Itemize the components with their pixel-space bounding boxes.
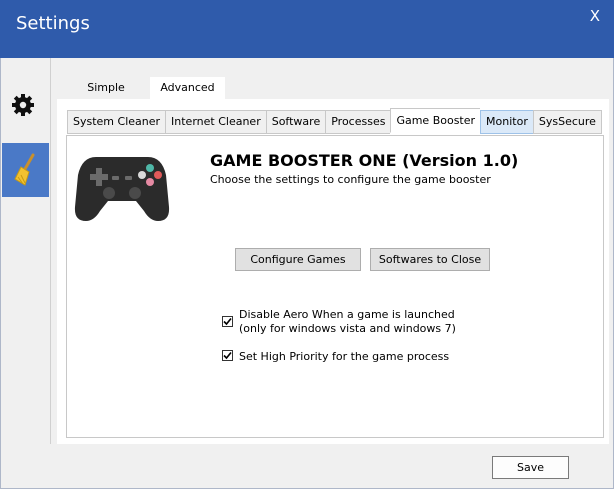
checkmark-icon <box>223 317 232 326</box>
tab-simple[interactable]: Simple <box>76 77 136 99</box>
title-bar: Settings X <box>0 0 614 58</box>
game-booster-description: Choose the settings to configure the gam… <box>210 173 491 186</box>
disable-aero-note: (only for windows vista and windows 7) <box>239 322 456 335</box>
disable-aero-label: Disable Aero When a game is launched <box>239 308 455 321</box>
gear-icon <box>12 94 34 116</box>
tab-system-cleaner[interactable]: System Cleaner <box>67 110 166 134</box>
tab-monitor[interactable]: Monitor <box>480 110 533 134</box>
tab-syssecure[interactable]: SysSecure <box>532 110 602 134</box>
high-priority-checkbox[interactable] <box>222 350 233 361</box>
tab-processes[interactable]: Processes <box>325 110 391 134</box>
high-priority-label: Set High Priority for the game process <box>239 350 450 363</box>
window-title: Settings <box>16 13 90 34</box>
disable-aero-checkbox[interactable] <box>222 316 233 327</box>
close-button[interactable]: X <box>590 7 600 25</box>
checkmark-icon <box>223 351 232 360</box>
sub-tab-bar: System Cleaner Internet Cleaner Software… <box>67 108 602 134</box>
broom-icon <box>13 153 34 186</box>
game-booster-heading: GAME BOOSTER ONE (Version 1.0) <box>210 151 519 170</box>
tab-software[interactable]: Software <box>265 110 326 134</box>
tab-advanced[interactable]: Advanced <box>150 77 225 99</box>
save-button[interactable]: Save <box>492 456 569 479</box>
tab-internet-cleaner[interactable]: Internet Cleaner <box>165 110 266 134</box>
sidebar-divider <box>50 58 51 444</box>
configure-games-button[interactable]: Configure Games <box>235 248 361 271</box>
gamepad-icon <box>74 153 170 225</box>
tab-game-booster[interactable]: Game Booster <box>390 108 481 133</box>
sidebar-item-cleaner[interactable] <box>2 143 49 197</box>
softwares-to-close-button[interactable]: Softwares to Close <box>370 248 490 271</box>
sidebar-item-settings[interactable] <box>10 92 36 118</box>
